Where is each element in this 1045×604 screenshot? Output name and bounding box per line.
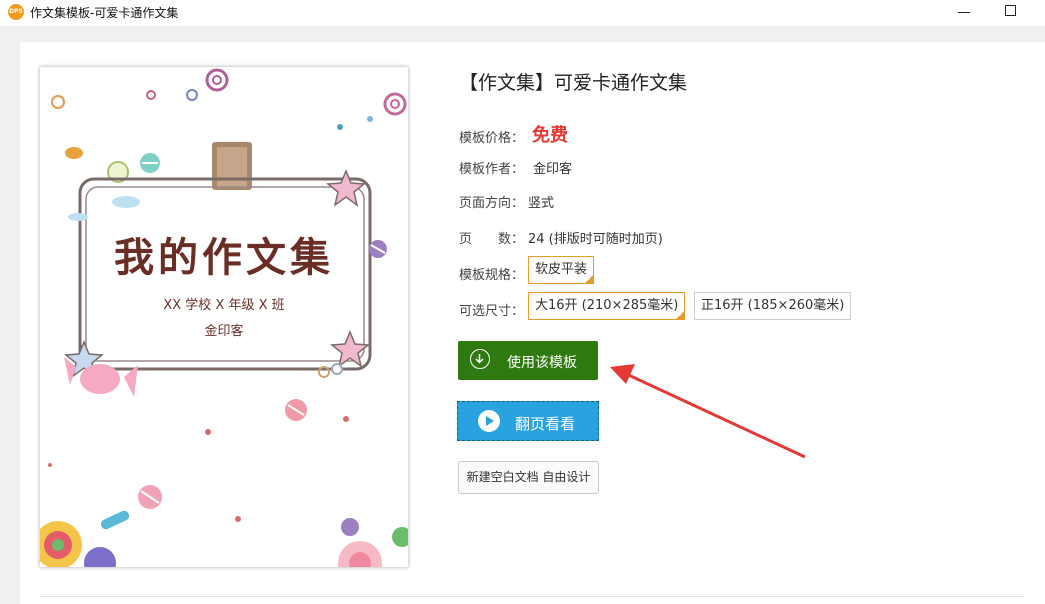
- use-template-button[interactable]: 使用该模板: [458, 341, 598, 380]
- spec-label: 模板规格：: [459, 268, 525, 283]
- price-value: 免费: [532, 125, 568, 146]
- orientation-label: 页面方向：: [459, 196, 525, 211]
- template-title: 【作文集】可爱卡通作文集: [459, 72, 688, 94]
- size-option-standard16[interactable]: 正16开 (185×260毫米): [694, 292, 852, 320]
- bottom-divider: [40, 596, 1025, 597]
- size-option-label: 大16开 (210×285毫米): [535, 298, 679, 313]
- cover-illustration: [40, 68, 408, 567]
- app-logo-icon: DPS: [8, 4, 24, 20]
- size-label: 可选尺寸：: [459, 304, 525, 319]
- author-value: 金印客: [533, 162, 573, 177]
- spec-option-softcover[interactable]: 软皮平装 ✓: [528, 256, 595, 284]
- cover-class-line: XX 学校 X 年级 X 班: [163, 298, 285, 313]
- annotation-arrow-icon: [610, 364, 806, 459]
- play-icon: [478, 410, 500, 432]
- pages-label: 页 数：: [459, 232, 525, 247]
- download-icon: [470, 349, 490, 369]
- minimize-icon[interactable]: [958, 12, 970, 13]
- cover-preview[interactable]: 我的作文集 XX 学校 X 年级 X 班 金印客: [40, 67, 408, 567]
- pages-value: 24 (排版时可随时加页): [528, 232, 663, 247]
- check-icon: ✓: [677, 310, 685, 319]
- check-icon: ✓: [586, 274, 594, 283]
- size-option-label: 正16开 (185×260毫米): [701, 298, 845, 313]
- use-template-label: 使用该模板: [507, 355, 577, 371]
- author-label: 模板作者：: [459, 162, 525, 177]
- new-blank-document-button[interactable]: 新建空白文档 自由设计: [458, 461, 599, 494]
- flip-preview-button[interactable]: 翻页看看: [457, 401, 599, 441]
- spec-option-label: 软皮平装: [535, 262, 588, 277]
- maximize-icon[interactable]: [1005, 5, 1016, 16]
- cover-author-line: 金印客: [204, 324, 244, 339]
- orientation-value: 竖式: [528, 196, 555, 211]
- price-label: 模板价格：: [459, 131, 525, 146]
- window-title: 作文集模板-可爱卡通作文集: [30, 6, 179, 20]
- flip-preview-label: 翻页看看: [515, 415, 576, 433]
- size-option-large16[interactable]: 大16开 (210×285毫米) ✓: [528, 292, 686, 320]
- window-titlebar: DPS 作文集模板-可爱卡通作文集: [0, 0, 1045, 26]
- cover-title: 我的作文集: [114, 234, 334, 281]
